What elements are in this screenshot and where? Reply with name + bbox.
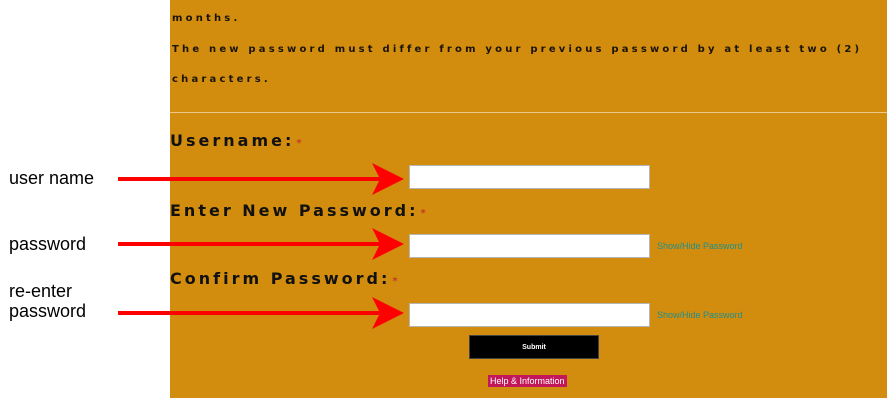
arrow-to-new-password <box>118 228 404 260</box>
arrow-to-username <box>118 163 404 195</box>
annotation-arrows <box>118 163 404 329</box>
arrow-to-confirm-password <box>118 297 404 329</box>
